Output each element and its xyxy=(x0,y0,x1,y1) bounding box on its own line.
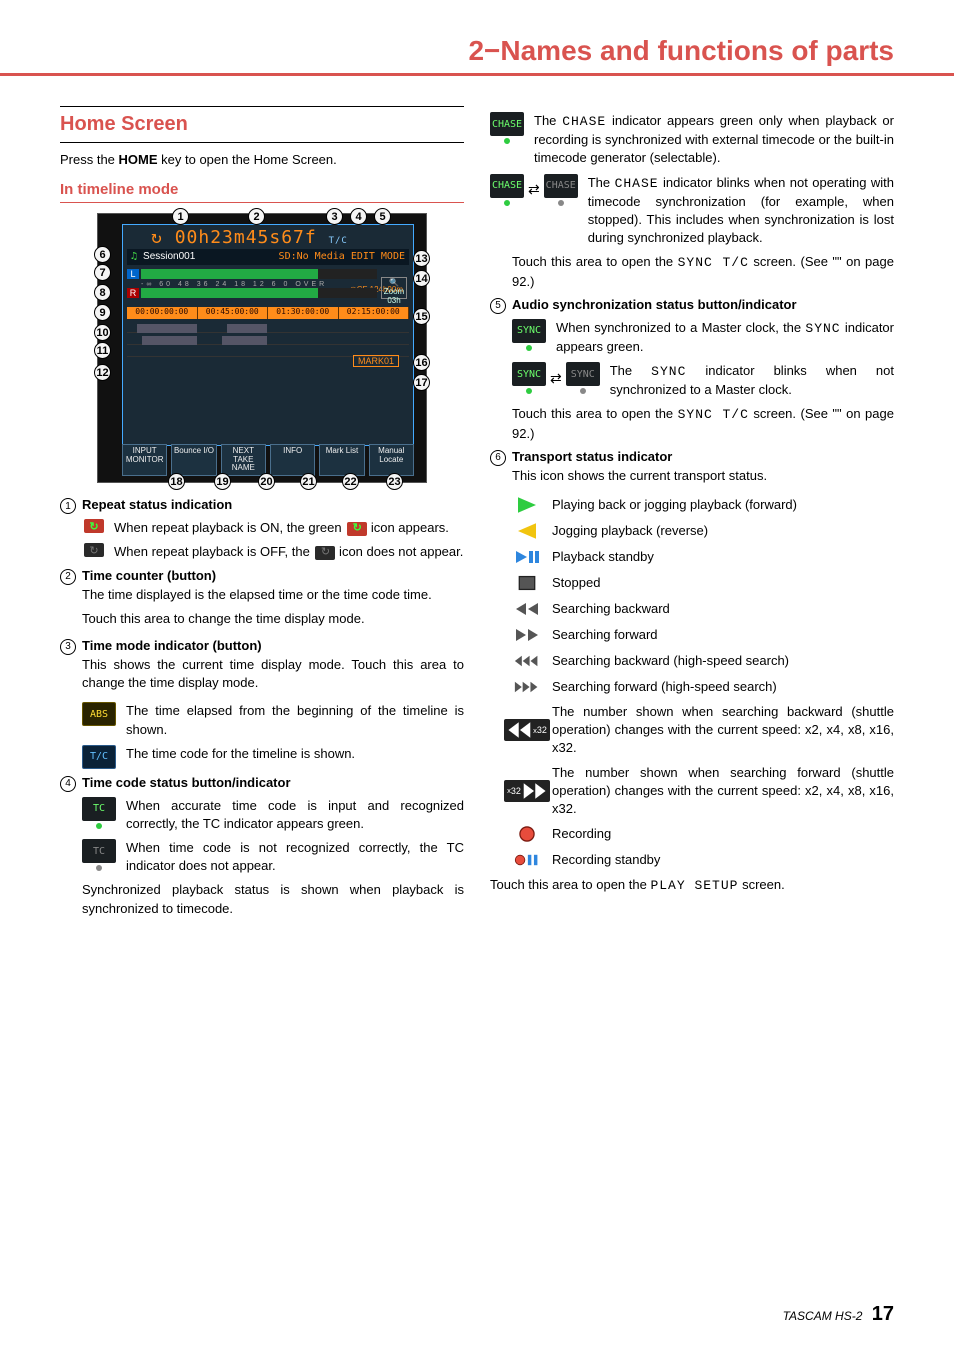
transport-row: Searching backward (high-speed search) xyxy=(512,651,894,671)
transport-icon xyxy=(512,651,542,671)
item-2: 2 Time counter (button) The time display… xyxy=(60,568,464,634)
repeat-off-icon xyxy=(84,543,104,557)
transport-icon xyxy=(512,521,542,541)
transport-icon xyxy=(512,824,542,844)
transport-icon xyxy=(512,677,542,697)
transport-icon: x32 xyxy=(512,781,542,801)
item-1-title: Repeat status indication xyxy=(82,497,464,512)
transport-icon xyxy=(512,547,542,567)
item-6: 6 Transport status indicator This icon s… xyxy=(490,449,894,491)
item-1: 1 Repeat status indication xyxy=(60,497,464,515)
transport-row: Jogging playback (reverse) xyxy=(512,521,894,541)
right-column: CHASE The CHASE indicator appears green … xyxy=(490,106,894,924)
transport-row: Playing back or jogging playback (forwar… xyxy=(512,495,894,515)
transport-icon xyxy=(512,599,542,619)
left-column: Home Screen Press the HOME key to open t… xyxy=(60,106,464,924)
item-3: 3 Time mode indicator (button) This show… xyxy=(60,638,464,698)
intro-text: Press the HOME key to open the Home Scre… xyxy=(60,151,464,169)
subhead: In timeline mode xyxy=(60,181,464,203)
tc-green-icon: TC xyxy=(82,797,116,821)
section-title: Home Screen xyxy=(60,106,464,143)
transport-icon xyxy=(512,495,542,515)
tc-chip: T/C xyxy=(82,745,116,769)
repeat-off-text: When repeat playback is OFF, the icon do… xyxy=(114,543,464,561)
item-4: 4 Time code status button/indicator xyxy=(60,775,464,793)
transport-icon: x32 xyxy=(512,720,542,740)
transport-icon xyxy=(512,850,542,870)
transport-row: Searching forward (high-speed search) xyxy=(512,677,894,697)
chapter-title: 2−Names and functions of parts xyxy=(0,35,954,76)
transport-icon xyxy=(512,625,542,645)
sync-green-icon: SYNC xyxy=(512,319,546,343)
repeat-on-icon xyxy=(84,519,104,533)
transport-row: Searching forward xyxy=(512,625,894,645)
item-5: 5 Audio synchronization status button/in… xyxy=(490,297,894,315)
abs-chip: ABS xyxy=(82,702,116,726)
transport-row: x32The number shown when searching backw… xyxy=(512,703,894,758)
tc-gray-icon: TC xyxy=(82,839,116,863)
transport-row: Stopped xyxy=(512,573,894,593)
home-screen-diagram: ↻ 00h23m45s67f T/C ♫ Session001 SD:No Me… xyxy=(97,213,427,483)
transport-row: Playback standby xyxy=(512,547,894,567)
transport-row: Recording standby xyxy=(512,850,894,870)
transport-row: Searching backward xyxy=(512,599,894,619)
chase-green-icon: CHASE xyxy=(490,112,524,136)
page-footer: TASCAM HS-2 17 xyxy=(783,1303,894,1326)
transport-row: Recording xyxy=(512,824,894,844)
transport-icon xyxy=(512,573,542,593)
repeat-on-text: When repeat playback is ON, the green ic… xyxy=(114,519,464,537)
transport-row: x32The number shown when searching forwa… xyxy=(512,764,894,819)
